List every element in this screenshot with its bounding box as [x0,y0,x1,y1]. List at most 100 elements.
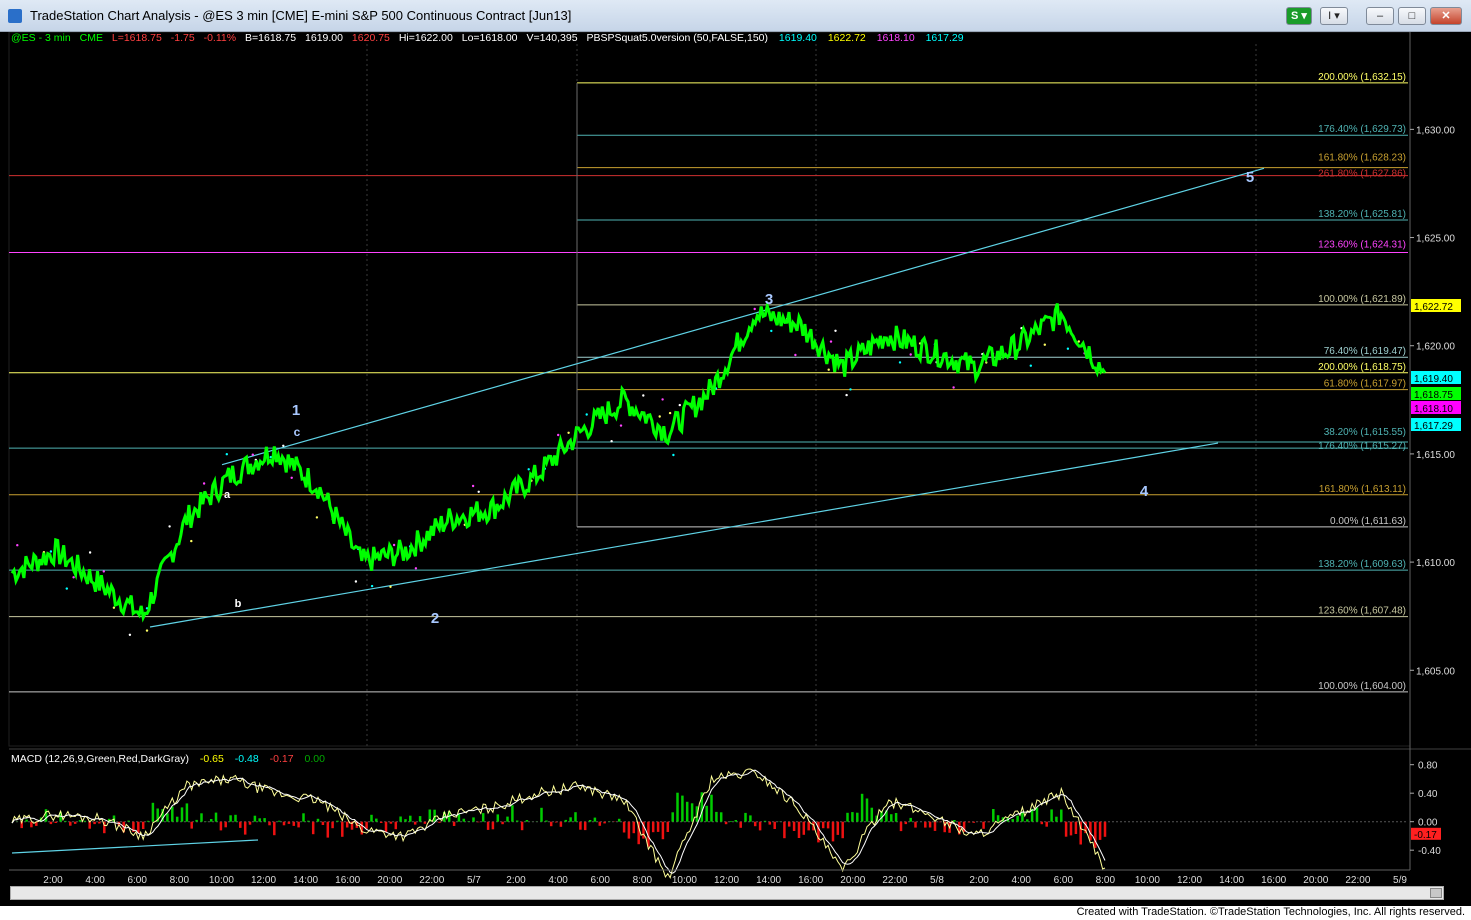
status-exchange: CME [80,32,103,44]
macd-value-2: -0.48 [235,753,259,765]
close-button[interactable]: ✕ [1430,7,1462,25]
time-axis-label: 10:00 [1135,875,1160,886]
fib-level-label: 161.80% (1,628.23) [1318,153,1406,164]
time-axis-label: 6:00 [1054,875,1074,886]
fib-level-label: 123.60% (1,607.48) [1318,606,1406,617]
macd-value-3: -0.17 [270,753,294,765]
time-axis-label: 6:00 [127,875,147,886]
indicator-dot [414,567,418,570]
close-icon: ✕ [1441,10,1451,22]
indicator-dot [202,482,206,485]
indicator-dot [392,543,396,547]
scrollbar-thumb[interactable] [1430,888,1442,898]
wave-label: 2 [431,610,439,627]
time-axis-label: 8:00 [170,875,190,886]
wave-label: 3 [765,291,773,308]
indicator-dot [290,476,293,479]
indicator-dot [225,453,228,456]
menu-button[interactable]: I ▾ [1320,7,1348,25]
time-axis-label: 2:00 [969,875,989,886]
status-ind-v4: 1617.29 [926,32,964,44]
indicator-dot [477,490,480,493]
time-axis-label: 22:00 [882,875,907,886]
indicator-dot [849,388,852,391]
indicator-dot [145,629,149,632]
time-axis-label: 12:00 [1177,875,1202,886]
time-axis-label: 14:00 [293,875,318,886]
indicator-dot [389,585,392,588]
fib-level-label: 138.20% (1,609.63) [1318,559,1406,570]
price-tag-label: 1,617.29 [1414,421,1453,432]
time-axis-label: 5/7 [467,875,481,886]
fib-level-label: 176.40% (1,629.73) [1318,124,1406,135]
indicator-dot [827,368,830,371]
macd-axis-label: -0.40 [1418,846,1441,857]
time-axis-label: 4:00 [548,875,568,886]
indicator-dot [642,394,645,397]
fib-level-label: 176.40% (1,615.27) [1318,441,1406,452]
indicator-dot [112,606,116,609]
status-bid: B=1618.75 [245,32,296,44]
time-axis-label: 16:00 [1261,875,1286,886]
time-axis-label: 22:00 [1345,875,1370,886]
macd-label: MACD (12,26,9,Green,Red,DarkGray) [11,753,189,765]
time-axis-label: 6:00 [590,875,610,886]
minimize-icon: – [1376,10,1384,22]
fib-level-label: 0.00% (1,611.63) [1330,516,1406,527]
price-tag-label: 1,622.72 [1414,302,1453,313]
macd-line [11,768,1106,879]
price-axis-label: 1,610.00 [1416,558,1455,569]
fib-level-label: 76.40% (1,619.47) [1324,346,1406,357]
fib-level-label: 123.60% (1,624.31) [1318,239,1406,250]
time-axis-label: 12:00 [714,875,739,886]
indicator-dot [952,386,955,389]
time-axis-label: 16:00 [335,875,360,886]
maximize-button[interactable]: □ [1398,7,1426,25]
status-ind-v1: 1619.40 [779,32,817,44]
status-last: L=1618.75 [112,32,162,44]
time-axis-label: 20:00 [1303,875,1328,886]
macd-status-line: MACD (12,26,9,Green,Red,DarkGray) -0.65 … [11,753,325,765]
footer: Created with TradeStation. ©TradeStation… [0,906,1471,920]
indicator-dot [471,484,475,488]
wave-label: a [224,489,231,501]
price-tag-label: 1,618.75 [1414,390,1453,401]
time-axis-label: 2:00 [506,875,526,886]
fib-level-label: 261.80% (1,627.86) [1318,169,1406,180]
indicator-dot [354,580,358,583]
indicator-dot [370,584,374,588]
wave-label: 4 [1140,483,1149,500]
title-bar: TradeStation Chart Analysis - @ES 3 min … [0,0,1471,32]
chart-area[interactable]: @ES - 3 min CME L=1618.75 -1.75 -0.11% B… [0,31,1471,906]
wave-label: 1 [292,402,300,419]
macd-trend-line [11,839,259,854]
price-axis-label: 1,630.00 [1416,125,1455,136]
s-button-label: S [1291,10,1299,22]
status-pct: -0.11% [204,32,237,44]
indicator-dot [1066,347,1070,350]
time-axis-label: 14:00 [1219,875,1244,886]
macd-tag-label: -0.17 [1414,830,1437,841]
time-axis-label: 2:00 [43,875,63,886]
status-indicator: PBSPSquat5.0version (50,FALSE,150) [586,32,768,44]
indicator-dot [661,398,664,401]
indicator-dot [610,440,613,443]
s-button[interactable]: S ▾ [1286,7,1312,25]
horizontal-scrollbar[interactable] [10,886,1444,900]
indicator-dot [1077,340,1081,343]
indicator-dot [16,544,19,547]
price-chart[interactable]: @ES - 3 min CME L=1618.75 -1.75 -0.11% B… [0,31,1471,906]
indicator-dot [794,353,797,357]
macd-axis-label: 0.40 [1418,789,1438,800]
time-axis-label: 4:00 [1011,875,1031,886]
indicator-dot [88,551,92,554]
status-ind-v3: 1618.10 [877,32,915,44]
fib-level-label: 61.80% (1,617.97) [1324,379,1406,390]
status-ask-alt: 1620.75 [352,32,390,44]
indicator-dot [557,433,560,437]
minimize-button[interactable]: – [1366,7,1394,25]
status-lo: Lo=1618.00 [462,32,518,44]
time-axis-label: 20:00 [840,875,865,886]
indicator-dot [585,413,588,416]
indicator-dot [909,353,912,356]
